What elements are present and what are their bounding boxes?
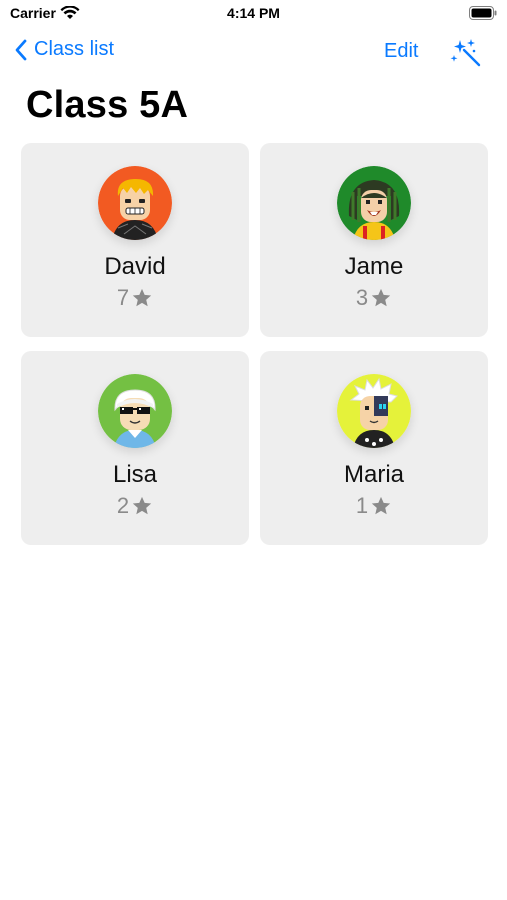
- page-title: Class 5A: [26, 84, 189, 126]
- back-button[interactable]: Class list: [14, 38, 114, 61]
- avatar-maria-icon: [337, 374, 411, 448]
- avatar: [337, 374, 411, 448]
- star-count: 3: [260, 285, 488, 311]
- student-card-jame[interactable]: Jame 3: [260, 143, 488, 337]
- avatar: [98, 374, 172, 448]
- status-bar: Carrier 4:14 PM: [0, 0, 507, 30]
- battery-icon: [469, 6, 497, 20]
- avatar-david-icon: [98, 166, 172, 240]
- avatar-lisa-icon: [98, 374, 172, 448]
- star-count: 1: [260, 493, 488, 519]
- student-card-maria[interactable]: Maria 1: [260, 351, 488, 545]
- student-name: David: [104, 253, 166, 280]
- star-icon: [132, 496, 152, 515]
- star-icon: [371, 496, 391, 515]
- student-name: Maria: [343, 461, 404, 488]
- student-card-david[interactable]: David 7: [21, 143, 249, 337]
- star-icon: [371, 288, 391, 307]
- avatar-jame-icon: [337, 166, 411, 240]
- student-name: Jame: [344, 253, 404, 280]
- student-card-lisa[interactable]: Lisa 2: [21, 351, 249, 545]
- star-count-value: 3: [355, 285, 369, 310]
- edit-button[interactable]: Edit: [384, 40, 418, 63]
- status-time: 4:14 PM: [227, 5, 280, 21]
- student-grid: David 7 Jame 3 Lisa 2 Maria 1: [21, 143, 488, 545]
- student-name: Lisa: [112, 461, 158, 488]
- navigation-bar: Class list Edit: [0, 30, 507, 76]
- star-count-value: 7: [116, 285, 130, 310]
- avatar: [337, 166, 411, 240]
- chevron-left-icon: [15, 39, 27, 60]
- star-count-value: 2: [116, 493, 130, 518]
- star-count-value: 1: [355, 493, 369, 518]
- back-button-label: Class list: [34, 38, 115, 60]
- star-icon: [132, 288, 152, 307]
- star-count: 2: [21, 493, 249, 519]
- avatar: [98, 166, 172, 240]
- sparkles-icon[interactable]: [448, 36, 484, 68]
- star-count: 7: [21, 285, 249, 311]
